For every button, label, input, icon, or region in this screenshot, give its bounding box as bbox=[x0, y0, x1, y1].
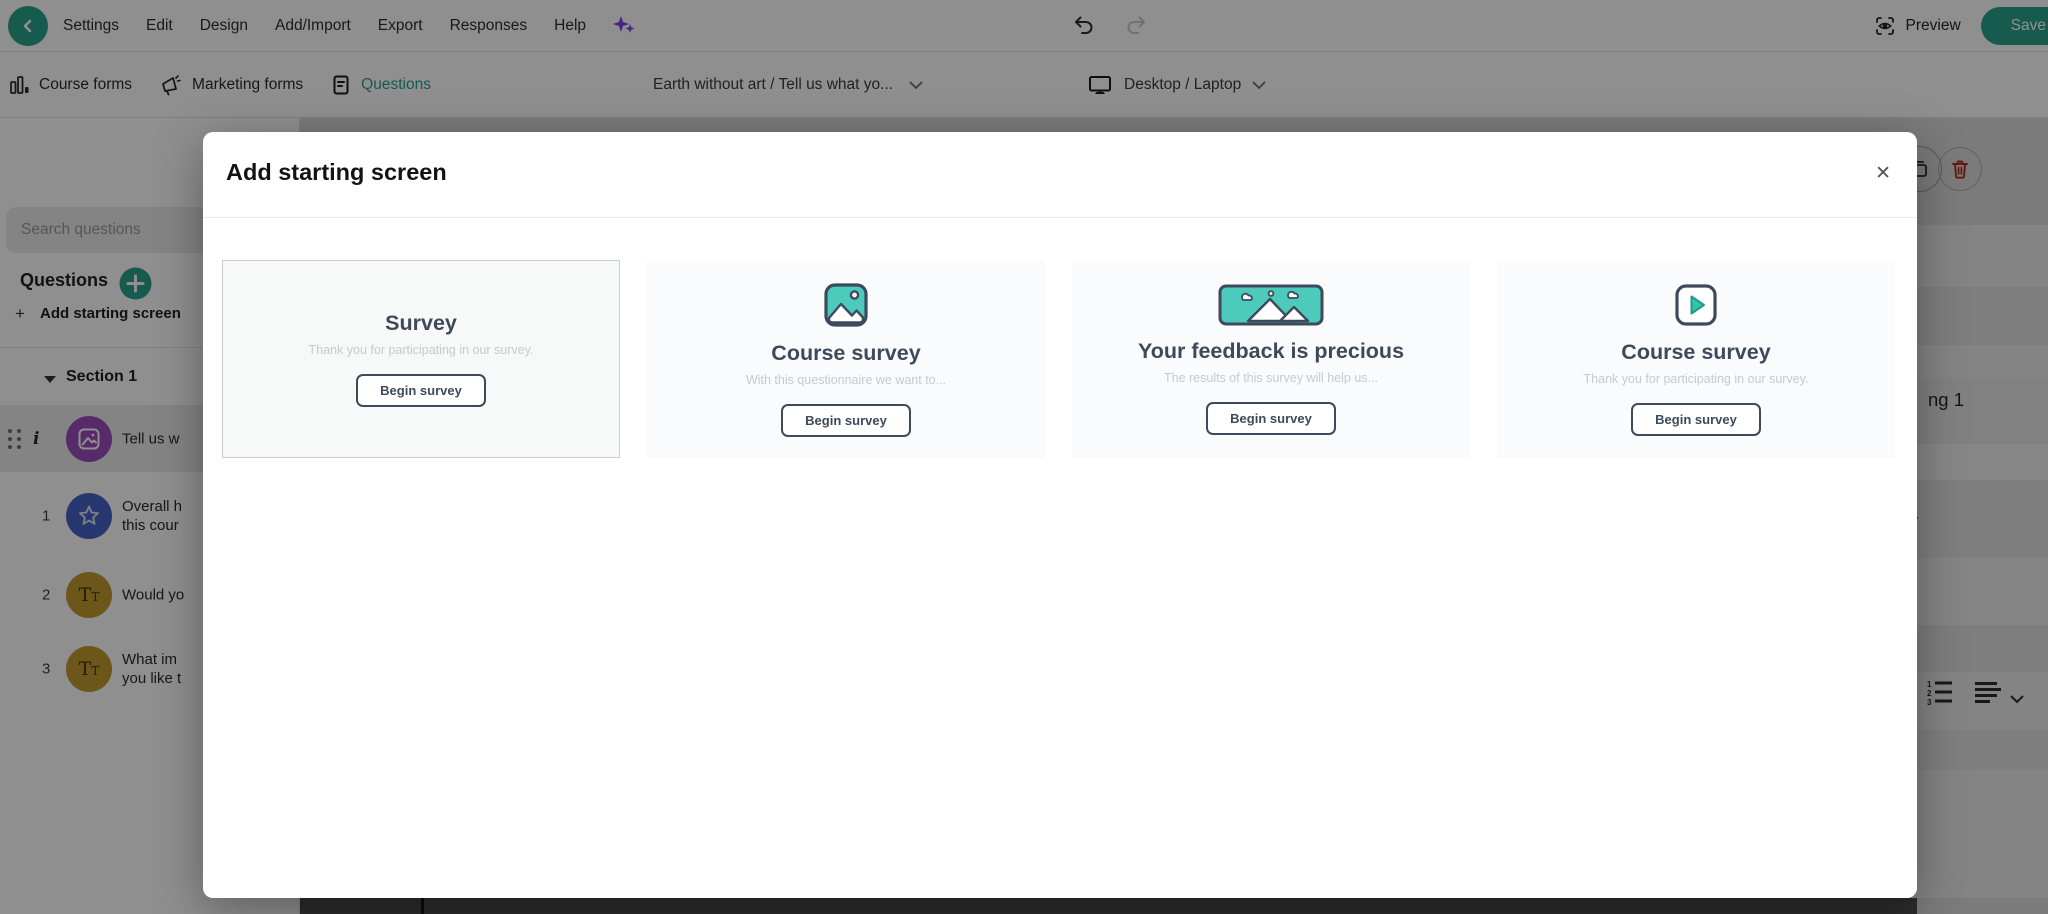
card-subtitle: The results of this survey will help us.… bbox=[1164, 370, 1378, 385]
modal-header: Add starting screen ✕ bbox=[203, 132, 1917, 218]
card-title: Your feedback is precious bbox=[1137, 338, 1405, 363]
app-root: Settings Edit Design Add/Import Export R… bbox=[0, 0, 2048, 914]
template-card-course-survey-video[interactable]: Course survey Thank you for participatin… bbox=[1497, 260, 1895, 458]
begin-survey-button[interactable]: Begin survey bbox=[356, 374, 486, 407]
add-starting-screen-modal: Add starting screen ✕ Survey Thank you f… bbox=[203, 132, 1917, 898]
close-icon[interactable]: ✕ bbox=[1875, 162, 1891, 185]
template-card-survey[interactable]: Survey Thank you for participating in ou… bbox=[222, 260, 620, 458]
modal-title: Add starting screen bbox=[226, 159, 447, 185]
banner-image-icon bbox=[1218, 284, 1324, 326]
template-cards: Survey Thank you for participating in ou… bbox=[222, 260, 1895, 458]
card-subtitle: Thank you for participating in our surve… bbox=[308, 343, 534, 357]
card-title: Survey bbox=[385, 311, 457, 335]
template-card-feedback-precious[interactable]: Your feedback is precious The results of… bbox=[1072, 260, 1470, 458]
template-card-course-survey-image[interactable]: Course survey With this questionnaire we… bbox=[647, 260, 1045, 458]
card-title: Course survey bbox=[1621, 339, 1771, 364]
card-subtitle: With this questionnaire we want to... bbox=[745, 372, 947, 387]
card-title: Course survey bbox=[771, 340, 921, 365]
begin-survey-button[interactable]: Begin survey bbox=[1206, 401, 1336, 435]
play-icon bbox=[1674, 283, 1718, 327]
card-subtitle: Thank you for participating in our surve… bbox=[1583, 371, 1809, 386]
begin-survey-button[interactable]: Begin survey bbox=[781, 403, 911, 437]
begin-survey-button[interactable]: Begin survey bbox=[1631, 402, 1761, 436]
image-icon bbox=[823, 282, 869, 328]
